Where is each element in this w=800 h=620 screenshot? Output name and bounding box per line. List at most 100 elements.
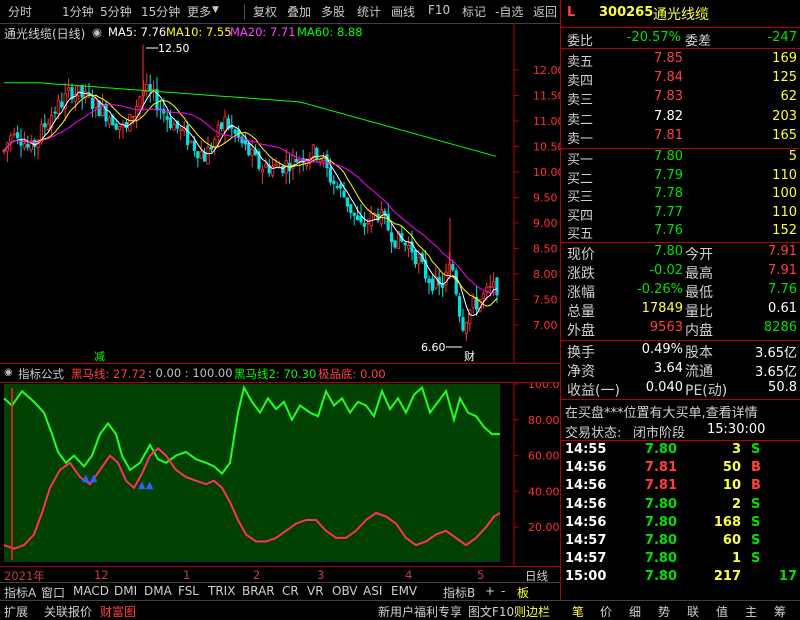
candle-body bbox=[413, 250, 418, 265]
big-order-notice[interactable]: 在买盘***位置有大买单,查看详情 bbox=[565, 402, 758, 421]
candle-body bbox=[134, 105, 139, 118]
price-tick-label: 11.00 bbox=[533, 115, 560, 128]
stat-label: PE(动) bbox=[685, 383, 728, 399]
ask-level-label: 卖五 bbox=[567, 55, 594, 70]
restore-rights-button[interactable]: 复权 bbox=[253, 3, 277, 20]
candle-body bbox=[33, 140, 37, 147]
tab-1min[interactable]: 1分钟 bbox=[62, 3, 94, 20]
tick-volume: 3 bbox=[731, 442, 741, 457]
tab-dmi[interactable]: DMI bbox=[114, 584, 137, 598]
financial-report-marker[interactable]: 财 bbox=[464, 349, 475, 363]
tab-emv[interactable]: EMV bbox=[391, 584, 417, 598]
expand-button[interactable]: 扩展 bbox=[4, 603, 28, 620]
indicator-menu-icon[interactable]: ◉ bbox=[4, 367, 13, 378]
bid-level-label: 买一 bbox=[567, 153, 594, 168]
bid-price[interactable]: 7.80 bbox=[621, 149, 683, 164]
candle-body bbox=[2, 150, 6, 153]
price-tick-label: 8.00 bbox=[533, 268, 558, 281]
collapse-icon[interactable]: ◉ bbox=[92, 25, 102, 39]
candle-body bbox=[196, 151, 200, 159]
tab-window[interactable]: 窗口 bbox=[41, 584, 65, 601]
statistics-button[interactable]: 统计 bbox=[357, 3, 381, 20]
price-detail-icon[interactable]: 价 bbox=[600, 603, 612, 620]
ask-price[interactable]: 7.83 bbox=[621, 89, 683, 104]
tab-macd[interactable]: MACD bbox=[73, 584, 109, 598]
remove-watchlist-button[interactable]: -自选 bbox=[495, 3, 523, 20]
price-tick-label: 7.50 bbox=[533, 294, 558, 307]
ma20-value: MA20: 7.71 bbox=[230, 25, 296, 39]
tab-indicator-a[interactable]: 指标A bbox=[4, 584, 36, 601]
mark-button[interactable]: 标记 bbox=[462, 3, 486, 20]
bid-level-label: 买二 bbox=[567, 171, 594, 187]
stat-label: 换手 bbox=[567, 345, 595, 361]
tab-dma[interactable]: DMA bbox=[144, 584, 172, 598]
detail-icon[interactable]: 细 bbox=[629, 603, 641, 620]
sidebar-toggle[interactable]: 则边栏 bbox=[514, 603, 550, 620]
ask-price[interactable]: 7.85 bbox=[621, 51, 683, 66]
stat-label: 现价 bbox=[567, 247, 595, 263]
tab-brar[interactable]: BRAR bbox=[242, 584, 275, 598]
overlay-button[interactable]: 叠加 bbox=[287, 3, 311, 20]
chip-icon[interactable]: 筹 bbox=[774, 603, 786, 620]
tab-more[interactable]: 更多 bbox=[187, 3, 211, 20]
wealth-chart-button[interactable]: 财富图 bbox=[100, 603, 136, 620]
tab-15min[interactable]: 15分钟 bbox=[141, 3, 180, 20]
tick-detail-icon[interactable]: 笔 bbox=[572, 603, 584, 620]
tab-cr[interactable]: CR bbox=[282, 584, 299, 598]
indicator-band bbox=[4, 384, 500, 562]
ask-price[interactable]: 7.82 bbox=[621, 109, 683, 124]
trend-icon[interactable]: 势 bbox=[658, 603, 670, 620]
reduce-holding-marker[interactable]: 减 bbox=[94, 350, 105, 363]
link-icon[interactable]: 联 bbox=[687, 603, 699, 620]
remove-indicator-button[interactable]: - bbox=[501, 584, 505, 598]
candle-body bbox=[80, 85, 84, 98]
f10-button[interactable]: F10 bbox=[428, 3, 450, 17]
back-button[interactable]: 返回 bbox=[533, 3, 557, 20]
candle-body bbox=[349, 204, 353, 213]
tick-side: S bbox=[751, 496, 761, 512]
stat-label: 内盘 bbox=[685, 323, 713, 339]
bid-price[interactable]: 7.78 bbox=[621, 186, 683, 201]
candle-body bbox=[179, 128, 183, 132]
tab-fsl[interactable]: FSL bbox=[178, 584, 199, 598]
bid-price[interactable]: 7.79 bbox=[621, 168, 683, 183]
candle-body bbox=[168, 117, 173, 129]
new-user-welfare-link[interactable]: 新用户福利专享 bbox=[378, 603, 462, 620]
candle-body bbox=[233, 129, 237, 134]
chevron-down-icon[interactable]: ▼ bbox=[212, 5, 219, 15]
candle-body bbox=[359, 215, 363, 223]
tick-volume: 168 bbox=[713, 514, 741, 530]
tab-indicator-b[interactable]: 指标B bbox=[443, 584, 475, 601]
candle-body bbox=[318, 158, 322, 162]
candle-body bbox=[335, 186, 339, 188]
stat-label: 最高 bbox=[685, 266, 713, 282]
multi-stock-button[interactable]: 多股 bbox=[321, 3, 345, 20]
tick-side: S bbox=[751, 514, 761, 530]
ask-price[interactable]: 7.81 bbox=[621, 128, 683, 143]
draw-line-button[interactable]: 画线 bbox=[391, 3, 415, 20]
f10-info-button[interactable]: 图文F10 bbox=[468, 603, 514, 620]
ask-price[interactable]: 7.84 bbox=[621, 70, 683, 85]
candle-body bbox=[338, 184, 343, 189]
related-quote-button[interactable]: 关联报价 bbox=[44, 603, 92, 620]
tab-trix[interactable]: TRIX bbox=[208, 584, 235, 598]
tab-obv[interactable]: OBV bbox=[332, 584, 358, 598]
indicator-name[interactable]: 指标公式 bbox=[18, 366, 64, 382]
bid-price[interactable]: 7.77 bbox=[621, 205, 683, 220]
main-force-icon[interactable]: 主 bbox=[745, 603, 757, 620]
value-icon[interactable]: 值 bbox=[716, 603, 728, 620]
candle-body bbox=[495, 277, 499, 296]
kline-chart[interactable]: 7.00 7.50 8.00 8.50 9.00 9.50 10.00 10.50 11.00 1… bbox=[0, 24, 560, 364]
tab-intraday[interactable]: 分时 bbox=[8, 3, 32, 20]
tab-board[interactable]: 板 bbox=[517, 584, 529, 601]
add-indicator-button[interactable]: + bbox=[485, 584, 495, 598]
tab-asi[interactable]: ASI bbox=[363, 584, 382, 598]
stat-value: 7.91 bbox=[768, 244, 797, 259]
tab-vr[interactable]: VR bbox=[307, 584, 324, 598]
bid-price[interactable]: 7.76 bbox=[621, 223, 683, 238]
candle-body bbox=[369, 212, 373, 226]
indicator-chart[interactable]: 20.00 40.00 60.00 80.00 100.0 ▲▲ ▲▲ bbox=[0, 382, 560, 566]
low-price-label: 6.60 bbox=[421, 341, 446, 354]
tab-5min[interactable]: 5分钟 bbox=[100, 3, 132, 20]
tick-price: 7.80 bbox=[644, 569, 677, 585]
